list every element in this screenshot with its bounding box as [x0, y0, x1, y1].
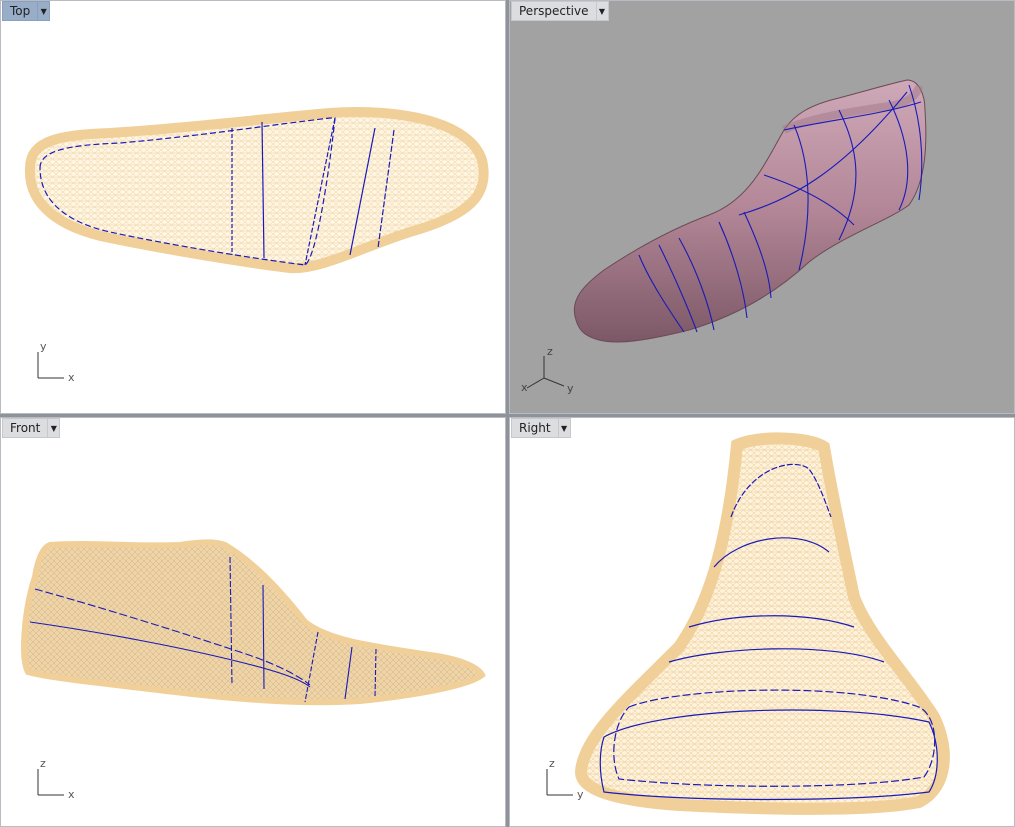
axis-indicator: z x — [37, 757, 75, 801]
svg-text:y: y — [40, 340, 47, 353]
top-view-canvas[interactable]: y x — [0, 0, 506, 414]
viewport-front[interactable]: z x Front ▼ — [0, 417, 506, 827]
dropdown-arrow-icon[interactable]: ▼ — [37, 1, 51, 21]
axis-indicator: z x y — [521, 345, 574, 395]
perspective-view-canvas[interactable]: z x y — [509, 0, 1015, 414]
svg-text:y: y — [567, 382, 574, 395]
svg-text:x: x — [68, 788, 75, 801]
viewport-title[interactable]: Perspective — [511, 1, 596, 21]
axis-indicator: y x — [37, 340, 75, 384]
svg-text:z: z — [549, 757, 555, 770]
viewport-title[interactable]: Top — [2, 1, 38, 21]
dropdown-arrow-icon[interactable]: ▼ — [557, 418, 571, 438]
viewport-perspective[interactable]: z x y Perspective ▼ — [509, 0, 1015, 414]
viewport-tab-top[interactable]: Top ▼ — [2, 1, 51, 21]
right-view-canvas[interactable]: z y — [509, 417, 1015, 827]
viewport-tab-perspective[interactable]: Perspective ▼ — [511, 1, 609, 21]
svg-text:y: y — [577, 788, 584, 801]
svg-text:x: x — [521, 381, 528, 394]
shoe-last-top-outline — [24, 107, 489, 274]
viewport-right[interactable]: z y Right ▼ — [509, 417, 1015, 827]
dropdown-arrow-icon[interactable]: ▼ — [595, 1, 609, 21]
dropdown-arrow-icon[interactable]: ▼ — [47, 418, 61, 438]
svg-text:z: z — [40, 757, 46, 770]
shoe-last-front-outline — [21, 539, 486, 706]
viewport-title[interactable]: Front — [2, 418, 48, 438]
svg-text:z: z — [547, 345, 553, 358]
viewport-top[interactable]: y x Top ▼ — [0, 0, 506, 414]
shoe-last-right-outline — [574, 432, 950, 815]
viewport-title[interactable]: Right — [511, 418, 558, 438]
front-view-canvas[interactable]: z x — [0, 417, 506, 827]
viewport-tab-right[interactable]: Right ▼ — [511, 418, 571, 438]
svg-text:x: x — [68, 371, 75, 384]
viewport-tab-front[interactable]: Front ▼ — [2, 418, 61, 438]
